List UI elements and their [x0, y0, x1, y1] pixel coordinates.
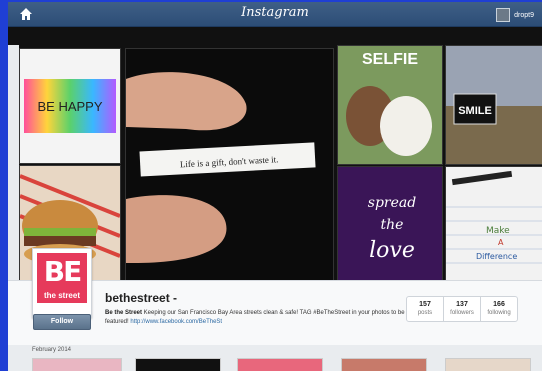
spread-text-2: the [381, 217, 404, 233]
profile-username: bethestreet - [105, 291, 178, 305]
header-strip [8, 27, 542, 45]
feed-thumb[interactable] [445, 358, 531, 371]
make-text-3: Difference [476, 252, 517, 261]
profile-stats: 157 posts 137 followers 166 following [406, 296, 518, 322]
make-text-1: Make [486, 226, 510, 236]
user-avatar [496, 8, 511, 22]
user-name: dropt9 [514, 11, 534, 19]
bio-name: Be the Street [105, 310, 143, 316]
make-text-2: A [498, 238, 504, 247]
stat-followers-label: followers [450, 310, 474, 316]
avatar-logo-text: BE [43, 255, 82, 288]
top-bar: Instagram dropt9 [8, 2, 542, 27]
be-happy-text: BE HAPPY [37, 99, 102, 114]
photo-be-happy[interactable]: BE HAPPY [19, 48, 121, 164]
stat-following-value: 166 [493, 301, 505, 308]
photo-grid: BE HAPPY Life is a gift, don't waste it. [19, 45, 542, 282]
stat-following[interactable]: 166 following [480, 297, 517, 321]
avatar-logo-subtext: the street [43, 291, 80, 300]
feed-thumb[interactable] [237, 358, 323, 371]
smile-text: SMILE [458, 105, 492, 117]
spread-text-3: love [369, 238, 415, 263]
feed-thumb[interactable] [341, 358, 427, 371]
feed-thumbnails [32, 358, 542, 371]
photo-spread-love[interactable]: spread the love [337, 166, 443, 282]
app-title: Instagram [241, 5, 309, 20]
stat-followers[interactable]: 137 followers [443, 297, 480, 321]
stat-posts-label: posts [417, 310, 433, 316]
stat-following-label: following [487, 310, 511, 316]
selfie-text: SELFIE [362, 51, 418, 68]
feed-month-label: February 2014 [32, 347, 72, 353]
user-menu[interactable]: dropt9 [496, 8, 534, 22]
photo-fortune[interactable]: Life is a gift, don't waste it. [125, 48, 334, 282]
profile-bio: Be the Street Keeping our San Francisco … [105, 309, 405, 327]
app-screen: Instagram dropt9 BE HAPPY Life is a gift… [8, 2, 542, 371]
bio-link[interactable]: http://www.facebook.com/BeTheSt [130, 319, 222, 325]
profile-avatar: BE the street [32, 248, 92, 318]
follow-button[interactable]: Follow [33, 314, 91, 330]
feed-thumb[interactable] [135, 358, 221, 371]
stat-posts[interactable]: 157 posts [407, 297, 443, 321]
feed-thumb[interactable] [32, 358, 122, 371]
photo-make-difference[interactable]: Make A Difference [445, 166, 542, 282]
photo-selfie[interactable]: SELFIE [337, 45, 443, 165]
spread-text-1: spread [368, 195, 416, 211]
stat-followers-value: 137 [456, 301, 468, 308]
photo-smile[interactable]: SMILE [445, 45, 542, 165]
stat-posts-value: 157 [419, 301, 431, 308]
